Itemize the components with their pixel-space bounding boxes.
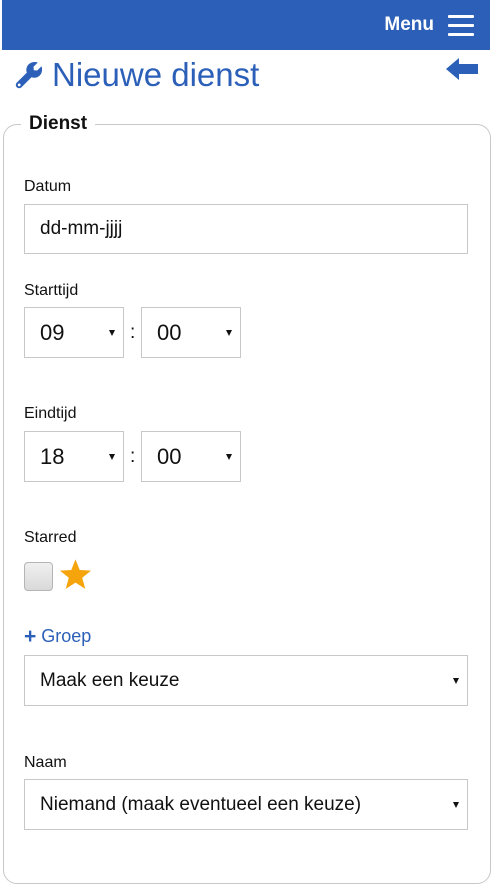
menu-label[interactable]: Menu (384, 14, 434, 36)
time-separator: : (130, 322, 136, 343)
title-row: Nieuwe dienst (14, 56, 259, 94)
groep-select[interactable]: Maak een keuze (24, 655, 468, 706)
eindtijd-minute-value: 00 (157, 443, 182, 469)
chevron-down-icon (226, 329, 232, 336)
plus-icon: + (24, 624, 37, 648)
starttijd-hour-value: 09 (40, 319, 65, 345)
time-separator: : (130, 446, 136, 467)
chevron-down-icon (226, 453, 232, 460)
star-icon (59, 559, 92, 589)
naam-select[interactable]: Niemand (maak eventueel een keuze) (24, 779, 468, 830)
starttijd-hour-select[interactable]: 09 (24, 307, 124, 358)
starred-checkbox[interactable] (24, 562, 53, 591)
groep-selected-value: Maak een keuze (40, 669, 180, 691)
groep-link-label: Groep (41, 626, 92, 646)
datum-label: Datum (24, 178, 72, 195)
chevron-down-icon (453, 677, 459, 684)
starred-label: Starred (24, 529, 77, 546)
arrow-left-icon[interactable] (445, 57, 479, 81)
starttijd-minute-select[interactable]: 00 (141, 307, 241, 358)
hamburger-icon[interactable] (448, 14, 474, 36)
eindtijd-hour-select[interactable]: 18 (24, 431, 124, 482)
chevron-down-icon (453, 801, 459, 808)
top-navbar: Menu (2, 0, 490, 50)
starttijd-minute-value: 00 (157, 319, 182, 345)
datum-input[interactable]: dd-mm-jjjj (24, 204, 468, 254)
naam-label: Naam (24, 754, 67, 771)
starttijd-label: Starttijd (24, 282, 79, 299)
eindtijd-minute-select[interactable]: 00 (141, 431, 241, 482)
eindtijd-label: Eindtijd (24, 405, 77, 422)
page-title: Nieuwe dienst (52, 56, 260, 93)
fieldset-legend: Dienst (21, 113, 96, 135)
chevron-down-icon (109, 329, 115, 336)
chevron-down-icon (109, 453, 115, 460)
wrench-icon (15, 61, 43, 89)
eindtijd-hour-value: 18 (40, 443, 65, 469)
add-groep-link[interactable]: + Groep (24, 626, 91, 647)
naam-selected-value: Niemand (maak eventueel een keuze) (40, 793, 362, 815)
